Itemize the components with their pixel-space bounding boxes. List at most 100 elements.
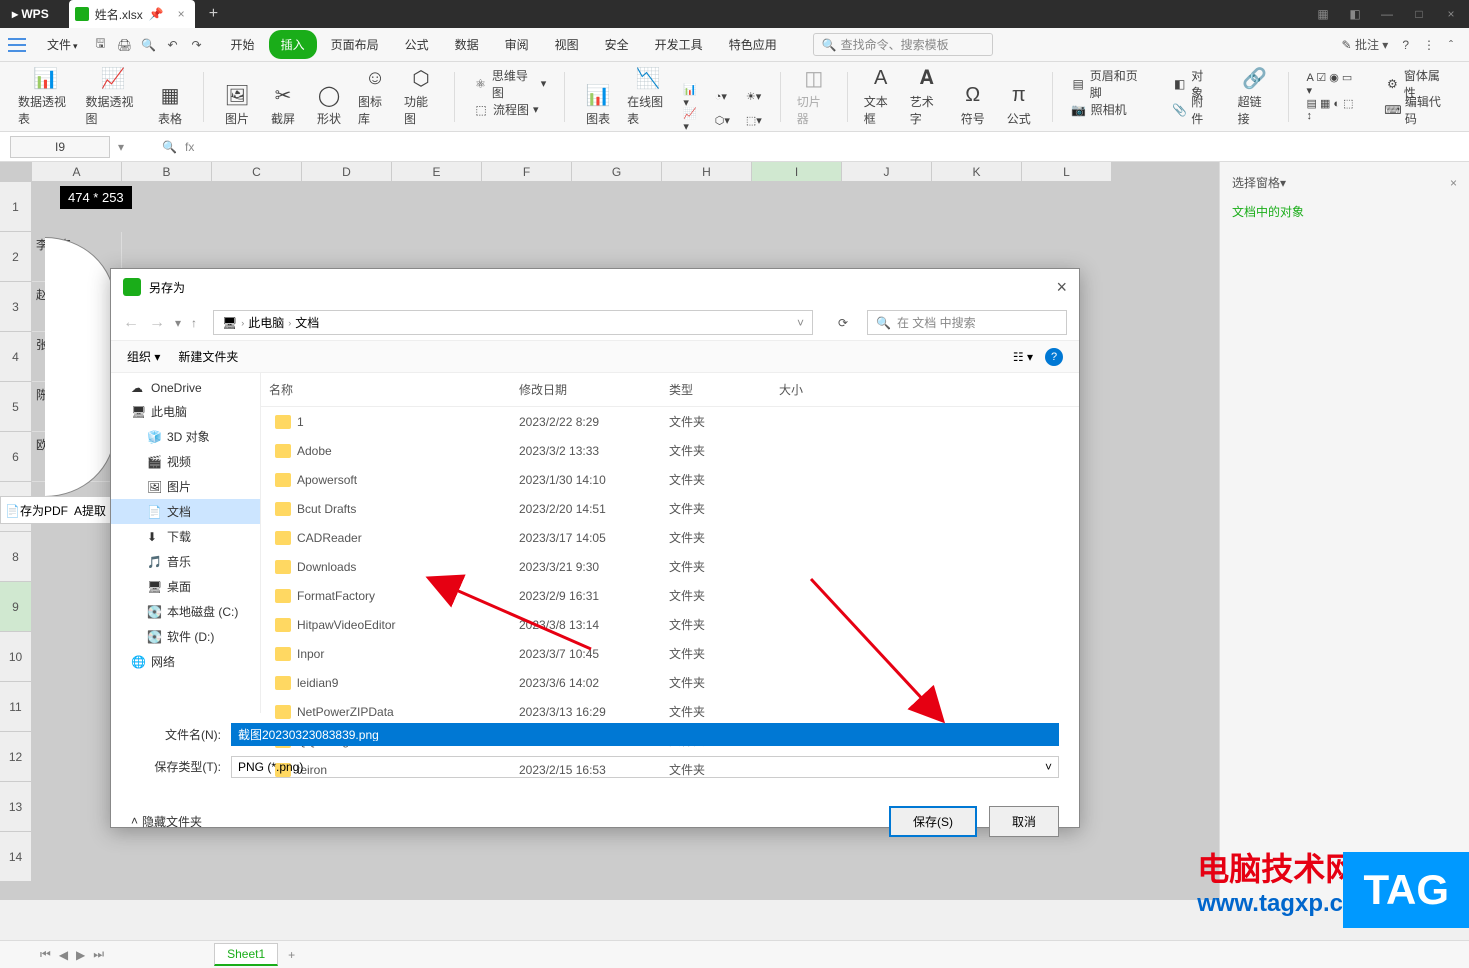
tree-item[interactable]: 🖼图片 bbox=[111, 474, 260, 499]
tree-item[interactable]: 💽软件 (D:) bbox=[111, 624, 260, 649]
fx-label[interactable]: fx bbox=[185, 140, 194, 154]
icon-library-button[interactable]: ☺图标库 bbox=[354, 62, 396, 131]
grid-icon[interactable]: ▦ bbox=[1315, 7, 1331, 21]
refresh-icon[interactable]: ⟳ bbox=[829, 311, 857, 335]
chart-type-5[interactable]: ☀▾ bbox=[740, 85, 768, 107]
tree-item[interactable]: ⬇下载 bbox=[111, 524, 260, 549]
nav-history-icon[interactable]: ▾ bbox=[175, 316, 181, 330]
row-header[interactable]: 4 bbox=[0, 332, 32, 382]
nav-up-icon[interactable]: ↑ bbox=[191, 316, 197, 330]
column-header[interactable]: I bbox=[752, 162, 842, 182]
dialog-search[interactable]: 🔍 在 文档 中搜索 bbox=[867, 310, 1067, 335]
smartart-button[interactable]: ⬡功能图 bbox=[400, 62, 442, 131]
comments-button[interactable]: ✎ 批注 ▾ bbox=[1342, 36, 1389, 53]
hyperlink-button[interactable]: 🔗超链接 bbox=[1234, 62, 1276, 131]
ribbon-tab-4[interactable]: 数据 bbox=[443, 30, 491, 59]
sheet-nav-first-icon[interactable]: ⏮ bbox=[40, 947, 51, 962]
new-folder-button[interactable]: 新建文件夹 bbox=[178, 348, 238, 365]
collapse-ribbon-icon[interactable]: ˆ bbox=[1449, 38, 1453, 52]
sheet-nav-last-icon[interactable]: ⏭ bbox=[93, 947, 104, 962]
tree-item[interactable]: 🧊3D 对象 bbox=[111, 424, 260, 449]
tree-item[interactable]: 💽本地磁盘 (C:) bbox=[111, 599, 260, 624]
organize-button[interactable]: 组织 ▾ bbox=[127, 348, 160, 365]
sheet-tab[interactable]: Sheet1 bbox=[214, 943, 278, 966]
maximize-icon[interactable]: □ bbox=[1411, 7, 1427, 21]
file-row[interactable]: CADReader2023/3/17 14:05文件夹 bbox=[261, 523, 1079, 552]
flowchart-button[interactable]: ⬚流程图 ▾ bbox=[467, 99, 545, 121]
inserted-shape[interactable] bbox=[45, 237, 115, 497]
column-header[interactable]: E bbox=[392, 162, 482, 182]
tree-item[interactable]: 🖥桌面 bbox=[111, 574, 260, 599]
close-icon[interactable]: × bbox=[1443, 7, 1459, 21]
panel-close-icon[interactable]: × bbox=[1450, 176, 1457, 190]
row-header[interactable]: 14 bbox=[0, 832, 32, 882]
qat-preview-icon[interactable]: 🔍 bbox=[139, 35, 159, 55]
column-header[interactable]: K bbox=[932, 162, 1022, 182]
file-row[interactable]: leidian92023/3/6 14:02文件夹 bbox=[261, 668, 1079, 697]
skin-icon[interactable]: ◧ bbox=[1347, 7, 1363, 21]
row-header[interactable]: 10 bbox=[0, 632, 32, 682]
qat-save-icon[interactable]: 🖫 bbox=[91, 35, 111, 55]
row-header[interactable]: 12 bbox=[0, 732, 32, 782]
file-row[interactable]: Inpor2023/3/7 10:45文件夹 bbox=[261, 639, 1079, 668]
chart-type-2[interactable]: 📈▾ bbox=[677, 109, 704, 131]
hamburger-icon[interactable] bbox=[8, 38, 26, 52]
file-menu[interactable]: 文件▾ bbox=[38, 31, 87, 58]
wordart-button[interactable]: 𝐀艺术字 bbox=[906, 62, 948, 131]
formula-button[interactable]: π公式 bbox=[998, 79, 1040, 131]
ribbon-tab-2[interactable]: 页面布局 bbox=[319, 30, 391, 59]
save-pdf-button[interactable]: 📄存为PDF bbox=[5, 502, 68, 519]
column-header[interactable]: G bbox=[572, 162, 662, 182]
tab-close-icon[interactable]: × bbox=[178, 7, 185, 21]
view-mode-icon[interactable]: ☷ ▾ bbox=[1013, 350, 1033, 364]
chart-button[interactable]: 📊图表 bbox=[577, 79, 619, 131]
col-name[interactable]: 名称 bbox=[261, 377, 511, 402]
help-icon[interactable]: ? bbox=[1402, 38, 1409, 52]
more-icon[interactable]: ⋮ bbox=[1423, 38, 1435, 52]
qat-print-icon[interactable]: 🖨 bbox=[115, 35, 135, 55]
file-row[interactable]: Apowersoft2023/1/30 14:10文件夹 bbox=[261, 465, 1079, 494]
new-tab-button[interactable]: + bbox=[209, 5, 218, 23]
fx-search-icon[interactable]: 🔍 bbox=[162, 140, 177, 154]
column-header[interactable]: A bbox=[32, 162, 122, 182]
ribbon-tab-5[interactable]: 审阅 bbox=[493, 30, 541, 59]
chart-type-1[interactable]: 📊▾ bbox=[677, 85, 704, 107]
name-box[interactable] bbox=[10, 136, 110, 158]
form-controls-2[interactable]: ▤ ▦ ◐ ⬚ ↕ bbox=[1301, 99, 1365, 121]
pivot-chart-button[interactable]: 📈数据透视图 bbox=[82, 62, 146, 131]
breadcrumb-item[interactable]: 文档 bbox=[295, 314, 319, 331]
tree-item[interactable]: ☁OneDrive bbox=[111, 377, 260, 399]
attachment-button[interactable]: 📎附件 bbox=[1166, 99, 1219, 121]
file-row[interactable]: Downloads2023/3/21 9:30文件夹 bbox=[261, 552, 1079, 581]
col-date[interactable]: 修改日期 bbox=[511, 377, 661, 402]
file-row[interactable]: Bcut Drafts2023/2/20 14:51文件夹 bbox=[261, 494, 1079, 523]
breadcrumb[interactable]: 🖥 › 此电脑 › 文档 ˅ bbox=[213, 310, 813, 335]
filetype-select[interactable]: PNG (*.png) ˅ bbox=[231, 756, 1059, 778]
screenshot-button[interactable]: ✂截屏 bbox=[262, 79, 304, 131]
column-header[interactable]: H bbox=[662, 162, 752, 182]
tree-item[interactable]: 📄文档 bbox=[111, 499, 260, 524]
file-row[interactable]: Adobe2023/3/2 13:33文件夹 bbox=[261, 436, 1079, 465]
tree-item[interactable]: 🖥此电脑 bbox=[111, 399, 260, 424]
sheet-nav-prev-icon[interactable]: ◀ bbox=[59, 948, 68, 962]
ribbon-tab-1[interactable]: 插入 bbox=[269, 30, 317, 59]
table-button[interactable]: ▦表格 bbox=[149, 79, 191, 131]
row-header[interactable]: 1 bbox=[0, 182, 32, 232]
column-header[interactable]: F bbox=[482, 162, 572, 182]
qat-redo-icon[interactable]: ↷ bbox=[187, 35, 207, 55]
name-box-dropdown-icon[interactable]: ▾ bbox=[118, 140, 124, 154]
column-header[interactable]: J bbox=[842, 162, 932, 182]
tree-item[interactable]: 🎵音乐 bbox=[111, 549, 260, 574]
row-header[interactable]: 5 bbox=[0, 382, 32, 432]
ribbon-tab-0[interactable]: 开始 bbox=[219, 30, 267, 59]
header-footer-button[interactable]: ▤页眉和页脚 bbox=[1065, 73, 1153, 95]
filename-input[interactable] bbox=[238, 727, 1052, 741]
sheet-nav-next-icon[interactable]: ▶ bbox=[76, 948, 85, 962]
chart-type-4[interactable]: ⬡▾ bbox=[709, 109, 736, 131]
ribbon-tab-6[interactable]: 视图 bbox=[543, 30, 591, 59]
row-header[interactable]: 8 bbox=[0, 532, 32, 582]
row-header[interactable]: 9 bbox=[0, 582, 32, 632]
online-chart-button[interactable]: 📉在线图表 bbox=[623, 62, 673, 131]
ribbon-tab-9[interactable]: 特色应用 bbox=[717, 30, 789, 59]
ribbon-tab-8[interactable]: 开发工具 bbox=[643, 30, 715, 59]
